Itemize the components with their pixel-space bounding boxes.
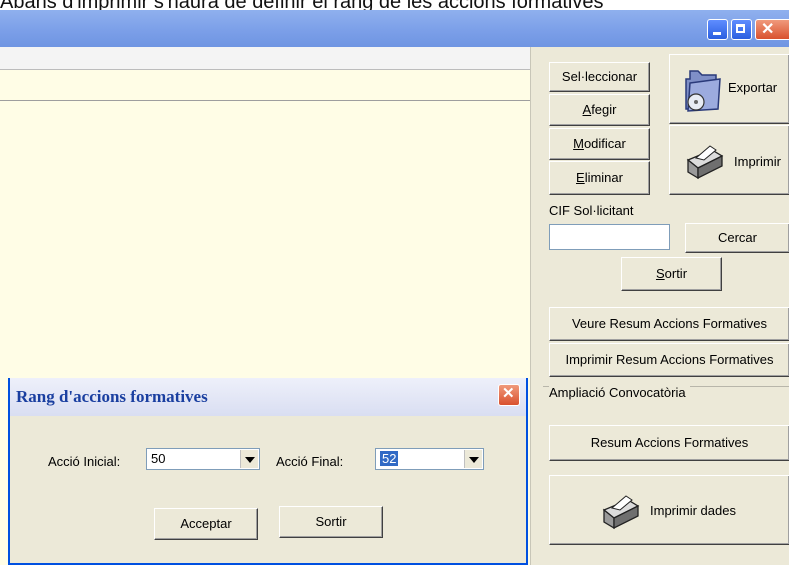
delete-button[interactable]: Eliminar <box>549 161 650 195</box>
printer-icon <box>686 145 724 180</box>
close-icon[interactable] <box>755 19 789 40</box>
chevron-down-icon[interactable] <box>464 450 482 468</box>
accept-button[interactable]: Acceptar <box>154 508 258 540</box>
export-label: Exportar <box>728 80 778 95</box>
exit-button[interactable]: Sortir <box>621 257 722 291</box>
window-titlebar[interactable] <box>0 10 789 47</box>
grid-header <box>0 47 530 70</box>
dialog-title: Rang d'accions formatives <box>16 387 208 406</box>
dialog-exit-button[interactable]: Sortir <box>279 506 383 538</box>
final-action-select[interactable]: 52 <box>375 448 484 470</box>
print-summary-button[interactable]: Imprimir Resum Accions Formatives <box>549 343 789 377</box>
initial-action-select[interactable]: 50 <box>146 448 260 470</box>
grid-row[interactable] <box>0 70 530 101</box>
modify-button[interactable]: Modificar <box>549 128 650 160</box>
final-action-value: 52 <box>380 451 399 466</box>
training-summary-button[interactable]: Resum Accions Formatives <box>549 425 789 461</box>
initial-action-value: 50 <box>151 451 166 466</box>
extension-group-label: Ampliació Convocatòria <box>549 385 690 400</box>
print-button[interactable]: Imprimir <box>669 125 789 195</box>
print-data-button[interactable]: Imprimir dades <box>549 475 789 545</box>
view-summary-button[interactable]: Veure Resum Accions Formatives <box>549 307 789 341</box>
cif-input[interactable] <box>549 224 670 250</box>
export-button[interactable]: Exportar <box>669 54 789 124</box>
select-button[interactable]: Sel·leccionar <box>549 62 650 92</box>
printer-icon <box>602 495 640 530</box>
minimize-icon[interactable] <box>707 19 728 40</box>
chevron-down-icon[interactable] <box>240 450 258 468</box>
print-label: Imprimir <box>734 154 781 169</box>
add-button[interactable]: Afegir <box>549 94 650 126</box>
maximize-icon[interactable] <box>731 19 752 40</box>
close-icon[interactable] <box>498 384 520 406</box>
side-panel: Sel·leccionar Afegir Modificar Eliminar … <box>530 47 789 565</box>
folder-cd-icon <box>685 70 721 112</box>
cif-label: CIF Sol·licitant <box>549 203 634 218</box>
final-action-label: Acció Final: <box>276 454 344 469</box>
print-data-label: Imprimir dades <box>650 503 736 518</box>
range-dialog: Rang d'accions formatives Acció Inicial:… <box>8 378 528 565</box>
initial-action-label: Acció Inicial: <box>48 454 121 469</box>
search-button[interactable]: Cercar <box>685 223 789 253</box>
dialog-titlebar[interactable]: Rang d'accions formatives <box>10 378 526 416</box>
